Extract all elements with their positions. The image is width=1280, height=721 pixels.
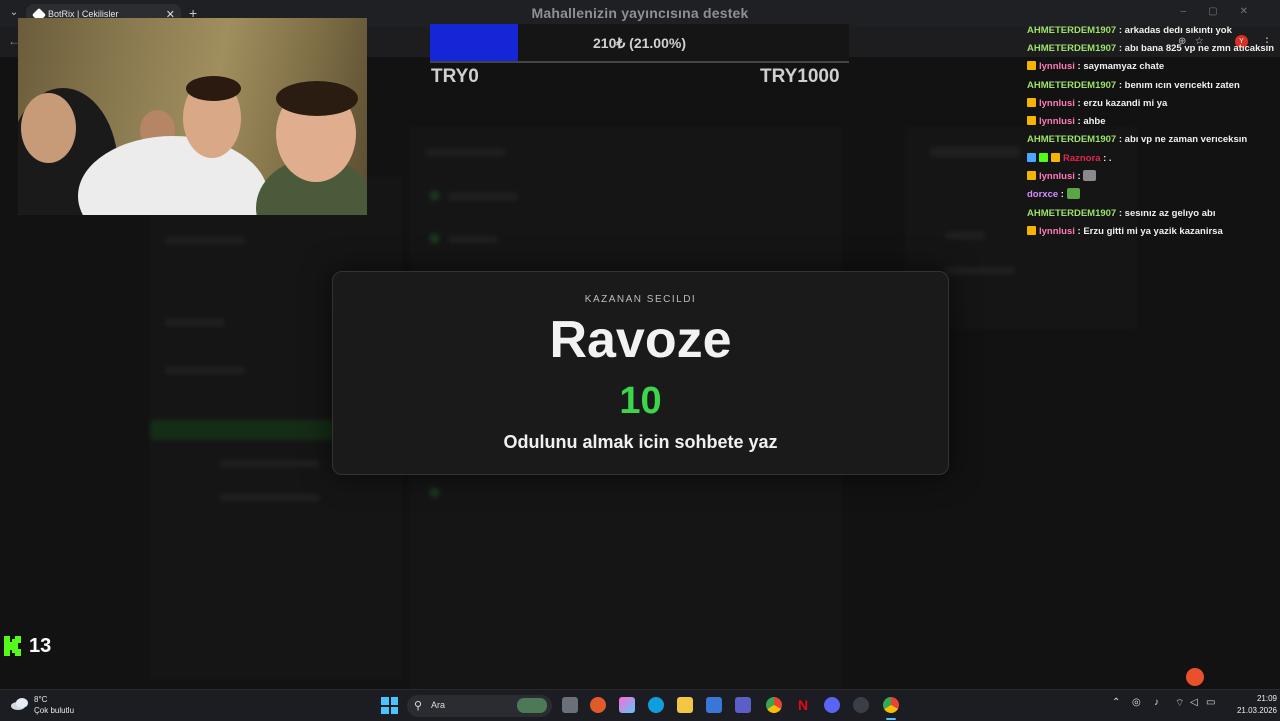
chat-message: AHMETERDEM1907 : sesınız az gelıyo abı (1027, 205, 1277, 223)
chat-username[interactable]: dorxce (1027, 189, 1058, 200)
chat-username[interactable]: AHMETERDEM1907 (1027, 43, 1116, 54)
steam-icon[interactable] (853, 697, 869, 713)
chat-username[interactable]: lynnlusi (1039, 61, 1075, 72)
pepe-emote-icon (1066, 188, 1080, 200)
crown-badge-icon (1027, 225, 1036, 235)
search-icon: ⚲ (414, 700, 423, 712)
copilot-icon[interactable] (619, 697, 635, 713)
chat-text: : erzu kazandi mi ya (1077, 97, 1168, 109)
chat-text: : (1060, 189, 1064, 201)
winner-kicker: KAZANAN SECILDI (584, 294, 697, 305)
chat-text: : benım ıcın verıcektı zaten (1118, 79, 1240, 91)
netflix-icon[interactable]: N (795, 697, 811, 713)
chat-username[interactable]: AHMETERDEM1907 (1027, 80, 1116, 91)
chat-message: AHMETERDEM1907 : abı bana 825 vp ne zmn … (1027, 40, 1277, 58)
volume-icon[interactable]: ◁ (1190, 697, 1198, 708)
microsoft-store-icon[interactable] (706, 697, 722, 713)
teams-icon[interactable] (735, 697, 751, 713)
winner-modal: KAZANAN SECILDI Ravoze 10 Odulunu almak … (332, 271, 949, 475)
tray-chevron-icon[interactable]: ⌃ (1112, 697, 1120, 708)
taskbar-search[interactable]: ⚲ Ara (407, 695, 552, 717)
winner-number: 10 (619, 380, 662, 422)
chat-message: Raznora : . (1027, 150, 1277, 168)
clock-date[interactable]: 21.03.2026 (1219, 706, 1277, 715)
task-view-icon[interactable] (562, 697, 578, 713)
feather-app-icon (1186, 668, 1204, 686)
chat-text: : ahbe (1077, 116, 1106, 128)
crown-badge-icon (1051, 152, 1060, 162)
chat-text: : (1077, 171, 1081, 183)
windows-taskbar: 8°C Çok bulutlu ⚲ Ara N ⌃ ◎ ♪ ⌔ ◁ ▭ 21:0… (0, 689, 1280, 721)
wifi-icon[interactable]: ⌔ (1175, 697, 1184, 710)
chrome-icon[interactable] (766, 697, 782, 713)
chat-username[interactable]: lynnlusi (1039, 171, 1075, 182)
discord-icon[interactable] (824, 697, 840, 713)
chat-message: lynnlusi : erzu kazandi mi ya (1027, 95, 1277, 113)
donation-goal-text: 210₺ (21.00%) (593, 35, 686, 51)
chat-username[interactable]: AHMETERDEM1907 (1027, 134, 1116, 145)
chat-text: : . (1103, 152, 1112, 164)
chat-text: : arkadas dedı sıkıntı yok (1118, 25, 1232, 36)
edge-icon[interactable] (648, 697, 664, 713)
brave-icon[interactable] (590, 697, 606, 713)
winner-instruction: Odulunu almak icin sohbete yaz (503, 432, 778, 452)
chat-message: lynnlusi : Erzu gitti mi ya yazik kazani… (1027, 223, 1277, 241)
chat-message: lynnlusi : ahbe (1027, 113, 1277, 131)
chat-username[interactable]: lynnlusi (1039, 98, 1075, 109)
chat-username[interactable]: AHMETERDEM1907 (1027, 25, 1116, 36)
green-badge-icon (1039, 152, 1048, 162)
chat-message: AHMETERDEM1907 : benım ıcın verıcektı za… (1027, 77, 1277, 95)
weather-cloud-icon[interactable] (10, 697, 30, 711)
webcam-feed (18, 18, 367, 215)
search-input[interactable]: Ara (431, 700, 445, 710)
windows-start-icon[interactable] (381, 697, 398, 714)
chat-username[interactable]: Raznora (1063, 153, 1100, 164)
kick-logo-icon (4, 636, 21, 656)
chat-message: lynnlusi : (1027, 168, 1277, 186)
chat-text: : abı vp ne zaman verıceksın (1118, 134, 1248, 146)
donation-goal-max: TRY1000 (760, 66, 840, 87)
chat-message: AHMETERDEM1907 : arkadas dedı sıkıntı yo… (1027, 22, 1277, 40)
crown-badge-icon (1027, 171, 1036, 181)
chat-overlay: AHMETERDEM1907 : arkadas dedı sıkıntı yo… (1027, 22, 1277, 241)
donation-goal-min: TRY0 (431, 66, 479, 87)
crown-badge-icon (1027, 61, 1036, 71)
weather-temp: 8°C (34, 695, 48, 704)
search-highlight-icon (517, 698, 547, 713)
chat-text: : abı bana 825 vp ne zmn atıcaksın (1118, 43, 1275, 55)
chat-username[interactable]: AHMETERDEM1907 (1027, 208, 1116, 219)
crown-badge-icon (1027, 97, 1036, 107)
blue-badge-icon (1027, 152, 1036, 162)
chat-username[interactable]: lynnlusi (1039, 226, 1075, 237)
microphone-icon[interactable]: ♪ (1154, 697, 1159, 708)
clock-time[interactable]: 21:09 (1241, 694, 1277, 703)
chat-text: : sesınız az gelıyo abı (1118, 207, 1216, 219)
chrome-profile-icon[interactable] (883, 697, 899, 713)
chat-message: lynnlusi : saymamyaz chate (1027, 58, 1277, 76)
winner-name: Ravoze (549, 311, 732, 369)
chat-message: dorxce : (1027, 186, 1277, 204)
donation-goal-bar: 210₺ (21.00%) (430, 24, 849, 63)
file-explorer-icon[interactable] (677, 697, 693, 713)
tray-app-icon[interactable]: ◎ (1132, 697, 1141, 708)
viewer-count: 13 (29, 635, 52, 657)
crown-badge-icon (1027, 116, 1036, 126)
cat-emote-icon (1083, 170, 1097, 182)
battery-icon[interactable]: ▭ (1206, 697, 1215, 708)
chat-username[interactable]: lynnlusi (1039, 116, 1075, 127)
weather-desc: Çok bulutlu (34, 706, 75, 715)
chat-text: : Erzu gitti mi ya yazik kazanirsa (1077, 225, 1223, 237)
chat-message: AHMETERDEM1907 : abı vp ne zaman verıcek… (1027, 131, 1277, 149)
chat-text: : saymamyaz chate (1077, 61, 1165, 73)
